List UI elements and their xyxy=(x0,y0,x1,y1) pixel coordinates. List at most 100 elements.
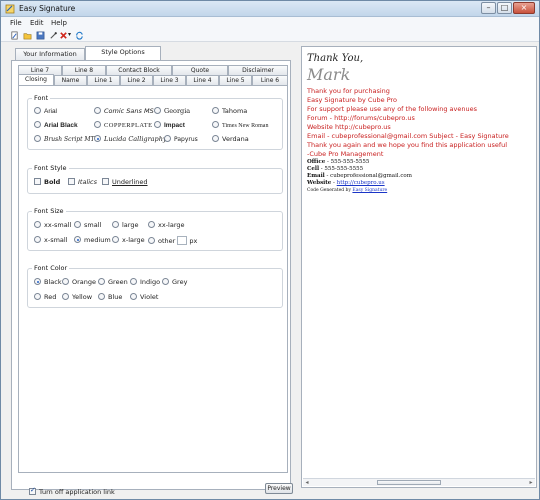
chevron-down-icon[interactable]: ▾ xyxy=(68,31,71,38)
radio-icon[interactable] xyxy=(34,121,41,128)
maximize-button[interactable]: □ xyxy=(497,2,512,14)
color-option-grey[interactable]: Grey xyxy=(162,278,187,286)
color-option-black[interactable]: Black xyxy=(34,278,62,286)
subtab-line-8[interactable]: Line 8 xyxy=(62,65,106,75)
radio-icon[interactable] xyxy=(130,293,137,300)
radio-icon[interactable] xyxy=(98,293,105,300)
horizontal-scrollbar[interactable]: ◂ ▸ xyxy=(303,478,535,486)
size-option-small[interactable]: small xyxy=(74,221,101,229)
radio-icon[interactable] xyxy=(164,135,171,142)
font-option-arial[interactable]: Arial xyxy=(34,107,57,115)
tab-your-information[interactable]: Your Information xyxy=(15,48,85,60)
code-generated-link[interactable]: Easy Signature xyxy=(352,188,387,193)
subtab-quote[interactable]: Quote xyxy=(172,65,228,75)
subtab-contact-block[interactable]: Contact Block xyxy=(106,65,172,75)
color-option-violet[interactable]: Violet xyxy=(130,293,158,301)
size-option-x-small[interactable]: x-small xyxy=(34,236,68,244)
custom-size-input[interactable] xyxy=(177,236,188,245)
save-icon[interactable] xyxy=(36,31,45,40)
font-option-arial-black[interactable]: Arial Black xyxy=(34,121,78,129)
font-option-tahoma[interactable]: Tahoma xyxy=(212,107,247,115)
size-option-medium[interactable]: medium xyxy=(74,236,111,244)
style-option-bold[interactable]: Bold xyxy=(34,178,60,186)
radio-icon[interactable] xyxy=(74,221,81,228)
font-option-copperplate[interactable]: COPPERPLATE xyxy=(94,121,152,129)
radio-icon[interactable] xyxy=(98,278,105,285)
size-option-xx-large[interactable]: xx-large xyxy=(148,221,185,229)
radio-icon[interactable] xyxy=(62,278,69,285)
subtab-line-3[interactable]: Line 3 xyxy=(153,75,186,85)
subtab-disclaimer[interactable]: Disclaimer xyxy=(228,65,288,75)
subtab-name[interactable]: Name xyxy=(54,75,87,85)
menu-file[interactable]: File xyxy=(10,19,22,27)
color-option-yellow[interactable]: Yellow xyxy=(62,293,92,301)
folder-icon[interactable] xyxy=(23,31,32,40)
radio-icon[interactable] xyxy=(112,221,119,228)
dropper-icon[interactable] xyxy=(49,31,58,40)
style-option-underlined[interactable]: Underlined xyxy=(102,178,148,186)
radio-icon[interactable] xyxy=(212,135,219,142)
menu-edit[interactable]: Edit xyxy=(30,19,44,27)
radio-icon[interactable] xyxy=(34,107,41,114)
radio-icon[interactable] xyxy=(154,121,161,128)
scroll-right-icon[interactable]: ▸ xyxy=(527,479,535,486)
color-option-green[interactable]: Green xyxy=(98,278,128,286)
checkbox-icon[interactable] xyxy=(102,178,109,185)
subtab-closing[interactable]: Closing xyxy=(18,74,54,85)
font-option-brush-script[interactable]: Brush Script MT xyxy=(34,135,95,143)
checkbox-icon[interactable] xyxy=(68,178,75,185)
radio-icon[interactable] xyxy=(112,236,119,243)
radio-icon[interactable] xyxy=(148,221,155,228)
radio-icon[interactable] xyxy=(34,135,41,142)
radio-icon[interactable] xyxy=(148,237,155,244)
radio-icon[interactable] xyxy=(34,293,41,300)
radio-icon[interactable] xyxy=(212,107,219,114)
radio-icon[interactable] xyxy=(154,107,161,114)
style-option-italics[interactable]: Italics xyxy=(68,178,97,186)
radio-selected-icon[interactable] xyxy=(74,236,81,243)
font-option-verdana[interactable]: Verdana xyxy=(212,135,249,143)
font-option-lucida-calligraphy[interactable]: Lucida Calligraphy xyxy=(94,135,167,143)
new-doc-icon[interactable] xyxy=(10,31,19,40)
font-option-comic-sans[interactable]: Comic Sans MS xyxy=(94,107,154,115)
font-option-papyrus[interactable]: Papyrus xyxy=(164,135,198,143)
size-option-x-large[interactable]: x-large xyxy=(112,236,145,244)
radio-icon[interactable] xyxy=(34,236,41,243)
website-link[interactable]: http://cubepro.us xyxy=(337,180,385,186)
radio-selected-icon[interactable] xyxy=(94,135,101,142)
subtab-line-6[interactable]: Line 6 xyxy=(252,75,288,85)
font-option-georgia[interactable]: Georgia xyxy=(154,107,190,115)
radio-icon[interactable] xyxy=(62,293,69,300)
preview-button[interactable]: Preview xyxy=(265,483,293,494)
radio-icon[interactable] xyxy=(94,107,101,114)
color-option-blue[interactable]: Blue xyxy=(98,293,122,301)
size-option-xx-small[interactable]: xx-small xyxy=(34,221,71,229)
subtab-line-4[interactable]: Line 4 xyxy=(186,75,219,85)
minimize-button[interactable]: – xyxy=(481,2,496,14)
radio-icon[interactable] xyxy=(130,278,137,285)
checkbox-icon[interactable] xyxy=(34,178,41,185)
size-option-other[interactable]: other px xyxy=(148,236,197,245)
checkbox-checked-icon[interactable] xyxy=(29,486,36,495)
font-option-impact[interactable]: Impact xyxy=(154,121,185,129)
scroll-left-icon[interactable]: ◂ xyxy=(303,479,311,486)
color-option-indigo[interactable]: Indigo xyxy=(130,278,160,286)
menu-help[interactable]: Help xyxy=(51,19,67,27)
radio-selected-icon[interactable] xyxy=(34,278,41,285)
turn-off-link-option[interactable]: Turn off application link xyxy=(29,486,115,496)
size-option-large[interactable]: large xyxy=(112,221,138,229)
radio-icon[interactable] xyxy=(212,121,219,128)
delete-icon[interactable] xyxy=(59,31,68,40)
radio-icon[interactable] xyxy=(34,221,41,228)
tab-style-options[interactable]: Style Options xyxy=(85,46,161,60)
color-option-orange[interactable]: Orange xyxy=(62,278,96,286)
scroll-thumb[interactable] xyxy=(377,480,441,485)
font-option-times[interactable]: Times New Roman xyxy=(212,121,268,129)
subtab-line-5[interactable]: Line 5 xyxy=(219,75,252,85)
radio-icon[interactable] xyxy=(162,278,169,285)
radio-icon[interactable] xyxy=(94,121,101,128)
close-button[interactable]: × xyxy=(513,2,535,14)
color-option-red[interactable]: Red xyxy=(34,293,56,301)
subtab-line-1[interactable]: Line 1 xyxy=(87,75,120,85)
refresh-icon[interactable] xyxy=(75,31,84,40)
